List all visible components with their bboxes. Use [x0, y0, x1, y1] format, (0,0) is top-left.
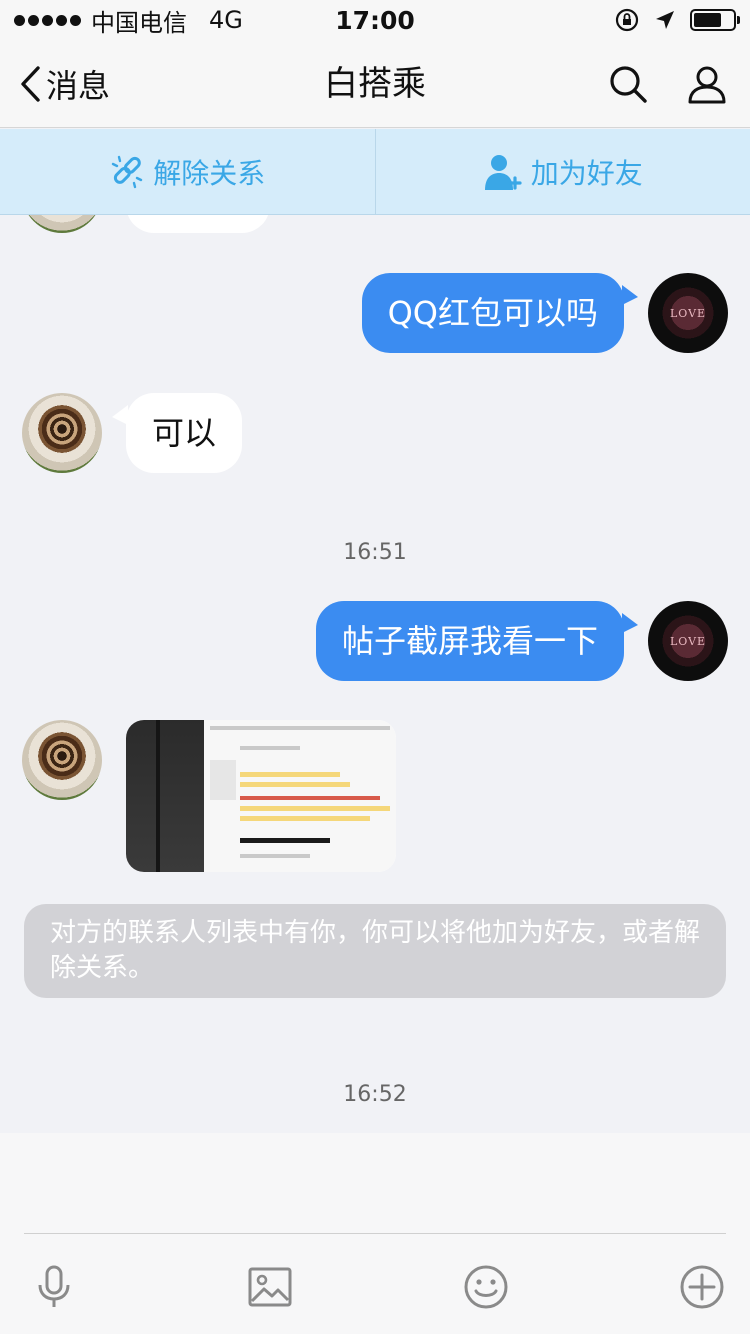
search-icon[interactable] — [608, 64, 648, 104]
thumb-yellow — [240, 816, 370, 821]
timestamp: 16:52 — [343, 1082, 407, 1107]
contact-avatar[interactable] — [22, 393, 102, 473]
thumb-page — [204, 720, 396, 872]
remove-relationship-button[interactable]: 解除关系 — [0, 129, 375, 214]
add-friend-label: 加为好友 — [530, 156, 643, 190]
input-panel — [0, 1133, 750, 1334]
unlink-icon — [112, 155, 143, 188]
thumb-line — [210, 726, 390, 730]
status-right — [614, 7, 740, 33]
nav-actions — [608, 40, 728, 128]
thumb-yellow — [240, 772, 340, 777]
thumb-yellow — [240, 782, 350, 787]
contact-avatar[interactable] — [22, 215, 102, 233]
relationship-action-bar: 解除关系 加为好友 — [0, 129, 750, 215]
profile-icon[interactable] — [686, 63, 728, 105]
location-arrow-icon — [656, 11, 674, 29]
thumb-red — [240, 796, 380, 800]
remove-relationship-label: 解除关系 — [153, 156, 266, 190]
carrier-label: 中国电信 — [91, 8, 187, 37]
thumb-line — [240, 746, 300, 750]
thumb-dark-panel — [126, 720, 204, 872]
add-friend-button[interactable]: 加为好友 — [376, 129, 750, 214]
add-friend-icon — [484, 154, 522, 190]
thumb-black — [240, 838, 330, 843]
microphone-icon[interactable] — [30, 1263, 78, 1311]
bubble-tail — [622, 613, 638, 633]
avatar-love-text: LOVE — [669, 635, 707, 648]
emoji-icon[interactable] — [462, 1263, 510, 1311]
image-icon[interactable] — [246, 1263, 294, 1311]
contact-avatar[interactable] — [22, 720, 102, 800]
timestamp: 16:51 — [343, 540, 407, 565]
message-bubble-outgoing[interactable]: 帖子截屏我看一下 — [315, 601, 624, 681]
thumb-line — [210, 760, 236, 800]
image-message[interactable] — [126, 720, 396, 872]
bubble-tail — [622, 285, 638, 305]
rotation-lock-icon — [615, 8, 639, 32]
message-bubble-incoming[interactable]: 可以 — [126, 393, 243, 473]
avatar-love-text: LOVE — [669, 307, 707, 320]
my-avatar[interactable]: LOVE — [648, 273, 728, 353]
thumb-yellow — [240, 806, 390, 811]
back-button[interactable]: 消息 — [18, 40, 110, 128]
status-left: 中国电信 4G — [14, 3, 243, 38]
chat-area[interactable]: QQ红包可以吗 LOVE 可以 16:51 帖子截屏我看一下 LOVE 对方的联… — [0, 215, 750, 1133]
back-label: 消息 — [46, 67, 111, 105]
chevron-left-icon — [21, 66, 40, 102]
my-avatar[interactable]: LOVE — [648, 601, 728, 681]
message-bubble-outgoing[interactable]: QQ红包可以吗 — [361, 273, 624, 353]
input-divider — [24, 1233, 726, 1234]
thumb-line — [240, 854, 310, 858]
signal-strength-icon — [14, 14, 81, 26]
status-bar: 中国电信 4G 17:00 — [0, 0, 750, 40]
plus-icon[interactable] — [678, 1263, 726, 1311]
battery-icon — [690, 9, 740, 31]
navigation-bar: 消息 白搭乘 — [0, 40, 750, 128]
thumb-divider — [156, 720, 160, 872]
network-label: 4G — [209, 6, 243, 34]
system-notice: 对方的联系人列表中有你，你可以将他加为好友，或者解除关系。 — [24, 904, 726, 998]
message-bubble-partial[interactable] — [126, 215, 270, 233]
